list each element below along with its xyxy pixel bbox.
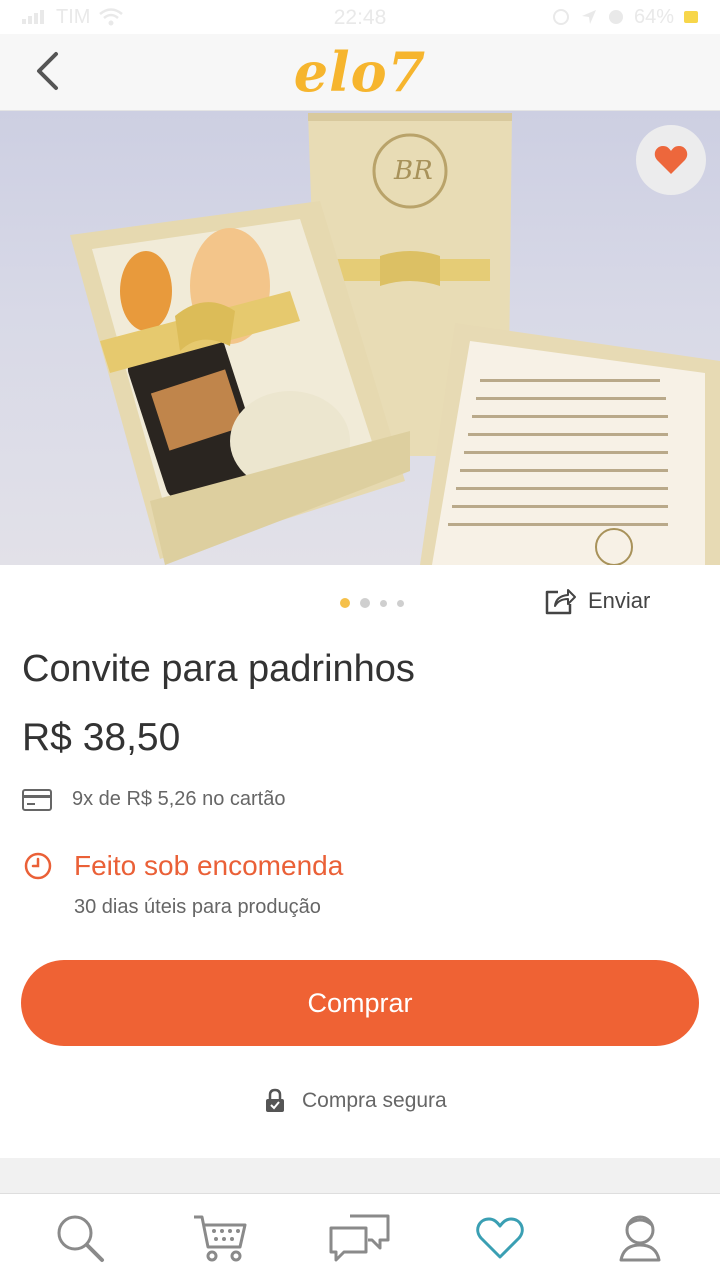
credit-card-icon [22,788,52,811]
lock-icon [266,1088,284,1112]
product-title: Convite para padrinhos [22,648,415,690]
status-bar: TIM 22:48 64% [0,0,720,34]
page-dot[interactable] [360,598,370,608]
share-icon [545,589,576,615]
product-image[interactable]: BR [0,111,720,565]
made-to-order-row: Feito sob encomenda [24,850,343,882]
gallery-pagination [340,598,404,608]
nav-search[interactable] [40,1203,120,1273]
search-icon [57,1215,104,1262]
secure-purchase-label: Compra segura [302,1089,447,1112]
nav-profile[interactable] [600,1203,680,1273]
production-time: 30 dias úteis para produção [74,896,321,918]
made-to-order-label: Feito sob encomenda [74,850,344,881]
nav-messages[interactable] [320,1203,400,1273]
bottom-navigation [0,1195,720,1280]
product-price: R$ 38,50 [22,716,181,759]
nav-cart[interactable] [180,1203,260,1273]
share-label: Enviar [588,588,651,613]
nav-favorites[interactable] [460,1203,540,1273]
favorite-button[interactable] [636,125,706,195]
heart-icon [476,1217,524,1258]
cart-icon [194,1215,247,1261]
installments-text: 9x de R$ 5,26 no cartão [72,788,286,810]
clock-icon [24,852,52,880]
app-header: elo7 [0,34,720,111]
installments-row: 9x de R$ 5,26 no cartão [22,788,285,811]
heart-filled-icon [654,146,688,174]
secure-purchase: Compra segura [264,1088,447,1114]
buy-button[interactable]: Comprar [21,960,699,1046]
page-dot-active[interactable] [340,598,350,608]
svg-text:BR: BR [393,156,433,186]
page-dot[interactable] [397,599,404,607]
share-button[interactable]: Enviar [544,586,650,616]
product-photo: BR [70,113,720,565]
section-divider [0,1158,720,1194]
user-icon [619,1215,661,1261]
chat-icon [329,1214,390,1261]
page-dot[interactable] [380,599,387,607]
clock: 22:48 [333,6,387,29]
elo7-logo[interactable]: elo7 [0,40,720,104]
